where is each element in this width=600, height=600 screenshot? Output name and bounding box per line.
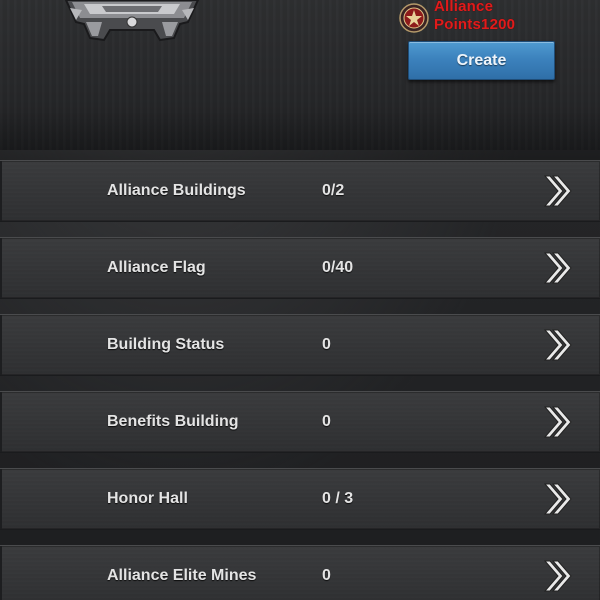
double-chevron-right-icon[interactable]: [542, 174, 572, 208]
create-button[interactable]: Create: [408, 41, 555, 80]
row-value: 0/2: [322, 182, 345, 199]
double-chevron-right-icon[interactable]: [542, 559, 572, 593]
row-value: 0 / 3: [322, 490, 354, 507]
treasure-chest-icon: [64, 0, 200, 42]
list-item-alliance-flag[interactable]: Alliance Flag 0/40: [0, 237, 600, 299]
list-item-honor-hall[interactable]: Honor Hall 0 / 3: [0, 468, 600, 530]
row-value: 0: [322, 413, 331, 430]
double-chevron-right-icon[interactable]: [542, 251, 572, 285]
list-item-alliance-buildings[interactable]: Alliance Buildings 0/2: [0, 160, 600, 222]
row-label: Honor Hall: [107, 490, 188, 507]
row-label: Alliance Buildings: [107, 182, 246, 199]
alliance-points-text: Alliance Points1200: [434, 0, 534, 34]
row-label: Alliance Elite Mines: [107, 567, 257, 584]
row-label: Benefits Building: [107, 413, 239, 430]
double-chevron-right-icon[interactable]: [542, 405, 572, 439]
row-value: 0: [322, 336, 331, 353]
header-shadow: [0, 110, 600, 160]
double-chevron-right-icon[interactable]: [542, 482, 572, 516]
alliance-points-value: Points1200: [434, 16, 516, 33]
row-value: 0/40: [322, 259, 354, 276]
list-item-benefits-building[interactable]: Benefits Building 0: [0, 391, 600, 453]
row-label: Building Status: [107, 336, 225, 353]
list-item-alliance-elite-mines[interactable]: Alliance Elite Mines 0: [0, 545, 600, 600]
row-value: 0: [322, 567, 331, 584]
double-chevron-right-icon[interactable]: [542, 328, 572, 362]
alliance-points-label: Alliance: [434, 0, 494, 15]
list-item-building-status[interactable]: Building Status 0: [0, 314, 600, 376]
row-label: Alliance Flag: [107, 259, 206, 276]
alliance-emblem-icon: [399, 3, 429, 33]
